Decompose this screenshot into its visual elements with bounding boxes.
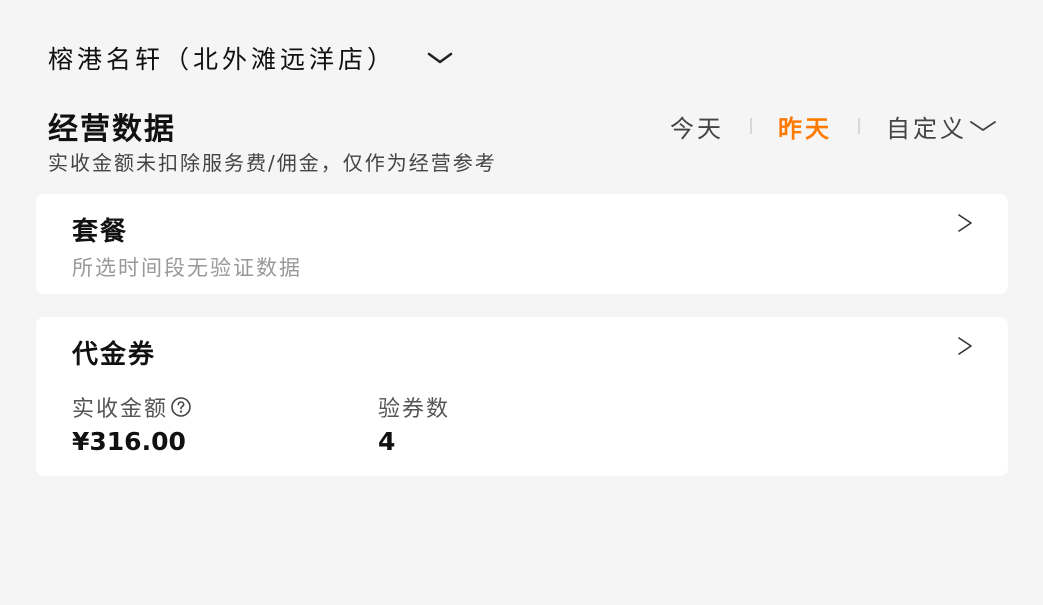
store-name: 榕港名轩（北外滩远洋店）: [48, 45, 397, 74]
chevron-down-icon: [970, 121, 996, 131]
question-circle-icon[interactable]: [170, 396, 192, 418]
voucher-card-title: 代金券: [72, 340, 157, 370]
page: 榕港名轩（北外滩远洋店） 经营数据 今天 昨天 自定义 实收金额未扣除服务费/佣…: [0, 0, 1043, 605]
tab-divider: [858, 118, 860, 134]
overview-subtitle: 实收金额未扣除服务费/佣金，仅作为经营参考: [48, 151, 497, 175]
tab-today[interactable]: 今天: [670, 109, 724, 144]
combo-card[interactable]: 套餐 所选时间段无验证数据: [36, 194, 1008, 294]
combo-empty-text: 所选时间段无验证数据: [72, 256, 302, 280]
verified-count-label: 验券数: [378, 397, 451, 422]
chevron-right-icon: [958, 214, 972, 232]
tab-divider: [750, 118, 752, 134]
chevron-right-icon: [958, 337, 972, 355]
page-title: 经营数据: [48, 112, 176, 147]
chevron-down-icon: [427, 52, 453, 64]
verified-count-value: 4: [378, 427, 396, 456]
received-amount-label-text: 实收金额: [72, 397, 169, 422]
received-amount-label: 实收金额: [72, 391, 192, 423]
store-selector[interactable]: 榕港名轩（北外滩远洋店）: [48, 38, 454, 78]
received-amount-value: ¥316.00: [72, 427, 186, 456]
voucher-card[interactable]: 代金券 实收金额 验券数 ¥316.00 4: [36, 317, 1008, 476]
date-tabs: 今天 昨天 自定义: [670, 108, 997, 144]
tab-custom-label: 自定义: [886, 114, 967, 143]
combo-card-title: 套餐: [72, 217, 129, 247]
tab-yesterday[interactable]: 昨天: [778, 109, 832, 144]
tab-custom[interactable]: 自定义: [886, 109, 997, 144]
